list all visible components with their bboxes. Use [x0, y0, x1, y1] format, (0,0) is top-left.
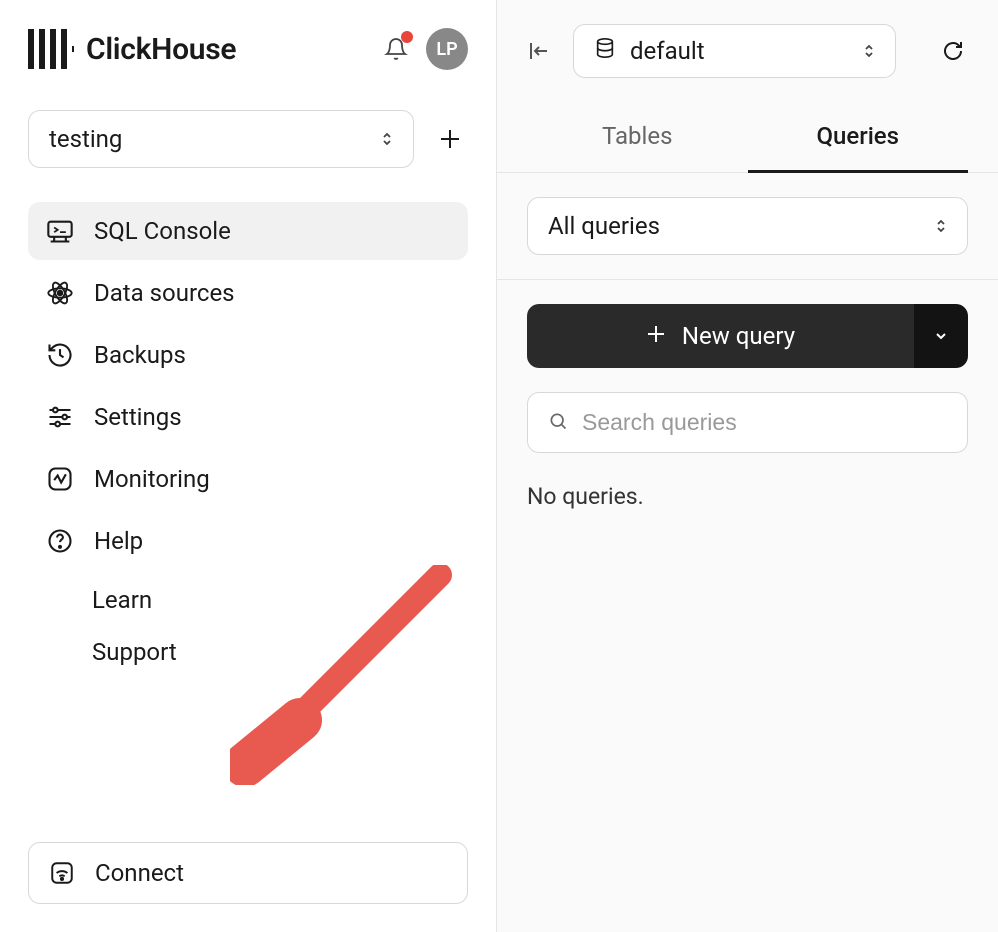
collapse-left-icon — [527, 39, 551, 63]
search-icon — [548, 411, 568, 435]
history-icon — [46, 341, 74, 369]
action-area: New query — [497, 280, 998, 477]
nav-list: SQL Console Data sources Ba — [28, 202, 468, 678]
filter-value: All queries — [548, 212, 660, 240]
monitoring-icon — [46, 465, 74, 493]
connect-button[interactable]: Connect — [28, 842, 468, 904]
sidebar-item-label: Help — [94, 527, 143, 555]
tab-queries[interactable]: Queries — [748, 102, 969, 173]
search-queries-input[interactable] — [582, 409, 947, 436]
clickhouse-logo-icon — [28, 29, 74, 69]
new-query-button[interactable]: New query — [527, 304, 914, 368]
connect-label: Connect — [95, 859, 184, 887]
sidebar-item-label: Data sources — [94, 279, 235, 307]
help-icon — [46, 527, 74, 555]
sidebar-item-sql-console[interactable]: SQL Console — [28, 202, 468, 260]
sidebar-item-settings[interactable]: Settings — [28, 388, 468, 446]
schema-value: default — [630, 37, 849, 65]
main-panel: default Tables Queries All queries — [497, 0, 998, 932]
notification-dot-icon — [401, 31, 413, 43]
brand: ClickHouse — [28, 29, 236, 69]
sidebar-header: ClickHouse LP — [28, 28, 468, 70]
database-selector-row: testing — [28, 110, 468, 168]
queries-filter-select[interactable]: All queries — [527, 197, 968, 255]
avatar[interactable]: LP — [426, 28, 468, 70]
sidebar-item-label: Backups — [94, 341, 186, 369]
main-topbar: default — [497, 0, 998, 102]
new-query-dropdown-button[interactable] — [914, 304, 968, 368]
sidebar-subitem-learn[interactable]: Learn — [92, 574, 468, 626]
database-selector[interactable]: testing — [28, 110, 414, 168]
sidebar-item-label: SQL Console — [94, 217, 231, 245]
new-query-row: New query — [527, 304, 968, 368]
sidebar-item-monitoring[interactable]: Monitoring — [28, 450, 468, 508]
chevron-updown-icon — [381, 131, 393, 147]
connect-icon — [49, 860, 75, 886]
chevron-updown-icon — [863, 37, 875, 65]
header-actions: LP — [382, 28, 468, 70]
sidebar-item-backups[interactable]: Backups — [28, 326, 468, 384]
search-queries-row[interactable] — [527, 392, 968, 453]
refresh-button[interactable] — [938, 36, 968, 66]
brand-name: ClickHouse — [86, 32, 236, 67]
notifications-button[interactable] — [382, 35, 410, 63]
sidebar-subitem-label: Learn — [92, 586, 152, 614]
plus-icon — [646, 322, 666, 350]
sidebar-item-help[interactable]: Help — [28, 512, 468, 570]
sliders-icon — [46, 403, 74, 431]
sidebar-subitem-support[interactable]: Support — [92, 626, 468, 678]
filter-row: All queries — [497, 173, 998, 280]
plus-icon — [439, 128, 461, 150]
database-icon — [594, 37, 616, 65]
schema-selector[interactable]: default — [573, 24, 896, 78]
refresh-icon — [941, 39, 965, 63]
new-query-label: New query — [682, 322, 795, 350]
empty-state-text: No queries. — [497, 477, 998, 516]
sidebar-item-label: Monitoring — [94, 465, 210, 493]
tabs: Tables Queries — [497, 102, 998, 173]
sidebar-item-data-sources[interactable]: Data sources — [28, 264, 468, 322]
collapse-sidebar-button[interactable] — [527, 39, 551, 63]
database-selector-value: testing — [49, 125, 122, 153]
chevron-updown-icon — [935, 212, 947, 240]
add-database-button[interactable] — [432, 121, 468, 157]
sidebar-subitem-label: Support — [92, 638, 177, 666]
sidebar: ClickHouse LP testing — [0, 0, 497, 932]
atom-icon — [46, 279, 74, 307]
console-icon — [46, 217, 74, 245]
sidebar-item-label: Settings — [94, 403, 182, 431]
chevron-down-icon — [934, 329, 948, 343]
help-submenu: Learn Support — [28, 574, 468, 678]
tab-tables[interactable]: Tables — [527, 102, 748, 173]
